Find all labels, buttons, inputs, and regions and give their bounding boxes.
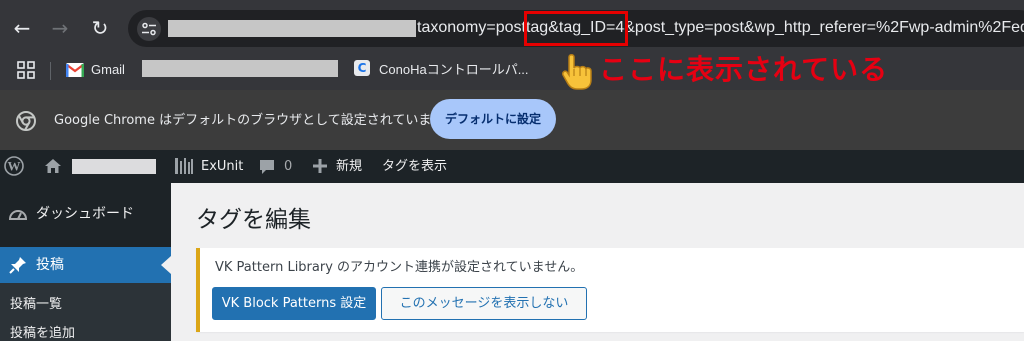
pointing-hand-icon	[558, 51, 598, 91]
back-button[interactable]: ←	[8, 14, 36, 42]
redacted-bookmark[interactable]	[142, 60, 338, 77]
exunit-menu[interactable]: ExUnit	[201, 150, 243, 183]
wordpress-logo-icon[interactable]: W	[4, 150, 28, 183]
dashboard-icon	[8, 205, 28, 225]
infobar-message: Google Chrome はデフォルトのブラウザとして設定されていません	[54, 113, 457, 128]
notice-message: VK Pattern Library のアカウント連携が設定されていません。	[215, 260, 584, 275]
plus-icon[interactable]	[312, 150, 330, 183]
set-default-button[interactable]: デフォルトに設定	[430, 99, 556, 139]
new-content-menu[interactable]: 新規	[336, 150, 362, 183]
menu-posts-label: 投稿	[36, 257, 64, 273]
bookmark-conoha[interactable]: ConoHaコントロールパ...	[379, 61, 529, 79]
reload-icon: ↻	[91, 16, 109, 40]
reload-button[interactable]: ↻	[86, 14, 114, 42]
url-highlight-box	[524, 11, 628, 46]
bookmark-gmail[interactable]: Gmail	[91, 61, 125, 79]
url-after-highlight: &post_type=post&wp_http_referer=%2Fwp-ad…	[624, 19, 1024, 36]
vk-patterns-settings-button[interactable]: VK Block Patterns 設定	[212, 287, 376, 320]
view-tag-link[interactable]: タグを表示	[382, 150, 447, 183]
url-text[interactable]: taxonomy=posttag&tag_ID=4&post_type=post…	[417, 17, 1024, 39]
redacted-site-name[interactable]	[72, 159, 156, 174]
chrome-logo-icon	[16, 111, 36, 131]
conoha-icon: C	[354, 60, 370, 76]
current-menu-arrow	[161, 256, 171, 274]
pushpin-icon	[8, 255, 28, 275]
gmail-icon	[66, 62, 84, 77]
site-info-icon[interactable]	[137, 17, 161, 41]
svg-text:W: W	[8, 159, 21, 174]
home-icon[interactable]	[44, 150, 64, 183]
forward-button[interactable]: →	[46, 14, 74, 42]
annotation-text: ここに表示されている	[599, 53, 889, 86]
page-title: タグを編集	[196, 207, 311, 233]
submenu-all-posts[interactable]: 投稿一覧	[10, 296, 62, 314]
comment-count[interactable]: 0	[284, 150, 292, 183]
arrow-left-icon: ←	[13, 16, 31, 40]
dismiss-message-button[interactable]: このメッセージを表示しない	[381, 287, 587, 320]
apps-grid-icon[interactable]	[16, 60, 36, 80]
submenu-add-post[interactable]: 投稿を追加	[10, 325, 75, 341]
exunit-icon	[174, 150, 196, 183]
arrow-right-icon: →	[51, 16, 69, 40]
comment-icon[interactable]	[258, 150, 278, 183]
redacted-url-host	[168, 20, 416, 37]
url-before-highlight: taxonomy=post	[417, 19, 526, 36]
menu-dashboard-label: ダッシュボード	[36, 206, 134, 222]
bookmarks-divider	[50, 62, 51, 80]
